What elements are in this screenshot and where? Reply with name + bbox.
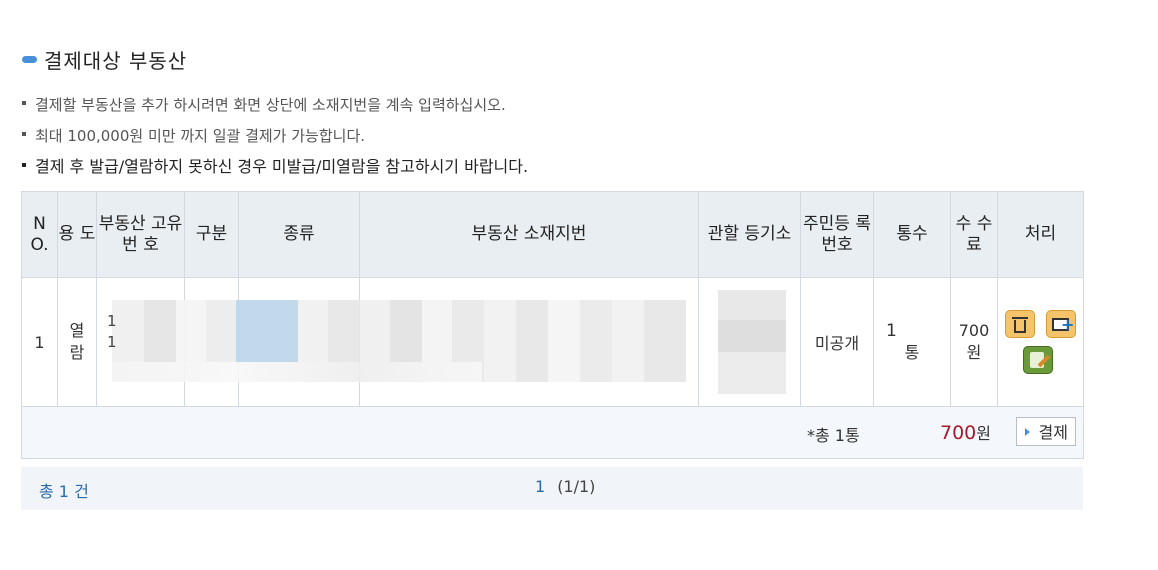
header-type: 종류 (238, 191, 360, 278)
total-amount: 700원 (940, 422, 991, 444)
summary-row: *총 1통 700원 결제 (21, 406, 1084, 459)
header-address: 부동산 소재지번 (359, 191, 699, 278)
notice-item: 최대 100,000원 미만 까지 일괄 결제가 가능합니다. (22, 125, 528, 156)
trash-icon[interactable] (1004, 310, 1035, 338)
cell-action (997, 277, 1084, 407)
pagination-bar: 총 1 건 1 (1/1) (21, 467, 1083, 510)
current-page-link[interactable]: 1 (535, 477, 545, 496)
cell-fee: 700 원 (950, 277, 998, 407)
header-fee: 수 수 료 (950, 191, 998, 278)
notice-list: 결제할 부동산을 추가 하시려면 화면 상단에 소재지번을 계속 입력하십시오.… (22, 94, 528, 187)
masked-address-area (112, 300, 686, 382)
total-items: 총 1 건 (39, 482, 89, 501)
header-unique-no: 부동산 고유번 호 (96, 191, 185, 278)
header-purpose: 용 도 (57, 191, 97, 278)
unique-no-fragment: 1 (107, 312, 117, 330)
header-registry: 관할 등기소 (698, 191, 801, 278)
cell-no: 1 (21, 277, 58, 407)
header-action: 처리 (997, 191, 1084, 278)
cell-copies: 1 통 (873, 277, 951, 407)
masked-registry-area (718, 290, 786, 394)
unique-no-fragment: 1 (107, 333, 117, 351)
title-bullet-icon (22, 55, 37, 63)
pay-button[interactable]: 결제 (1016, 417, 1076, 446)
header-resident-no: 주민등 록번호 (800, 191, 874, 278)
section-title: 결제대상 부동산 (22, 46, 188, 73)
page-range: (1/1) (557, 477, 596, 496)
cell-purpose: 열람 (57, 277, 97, 407)
folder-add-icon[interactable] (1046, 310, 1077, 338)
cell-resident-no: 미공개 (800, 277, 874, 407)
section-title-text: 결제대상 부동산 (44, 48, 188, 73)
page-indicator: 1 (1/1) (535, 477, 595, 496)
notice-item: 결제할 부동산을 추가 하시려면 화면 상단에 소재지번을 계속 입력하십시오. (22, 94, 528, 125)
header-division: 구분 (184, 191, 239, 278)
header-copies: 통수 (873, 191, 951, 278)
notice-item-emphasis: 결제 후 발급/열람하지 못하신 경우 미발급/미열람을 참고하시기 바랍니다. (22, 156, 528, 187)
header-no: N O. (21, 191, 58, 278)
edit-icon[interactable] (1023, 346, 1053, 374)
total-count: *총 1통 (807, 426, 860, 445)
